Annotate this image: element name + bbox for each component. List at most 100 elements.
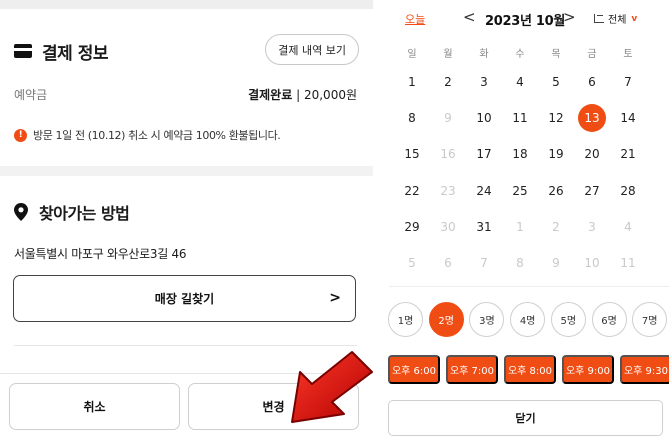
calendar-day: 3	[574, 209, 610, 245]
calendar-day-number: 25	[512, 183, 528, 198]
chevron-right-icon: >	[329, 290, 341, 306]
calendar-day[interactable]: 14	[610, 100, 646, 136]
calendar-day-number: 20	[584, 147, 600, 162]
chevron-down-icon: v	[631, 13, 638, 24]
seat-filter-label: 전체	[608, 15, 627, 26]
calendar-day: 10	[574, 245, 610, 281]
calendar-day-number: 3	[480, 75, 488, 89]
party-size-option[interactable]: 6명	[591, 302, 627, 337]
time-slot-list: 오후 6:00 오후 7:00 오후 8:00 오후 9:00 오후 9:30	[388, 355, 669, 385]
calendar-day-number: 14	[620, 111, 636, 126]
calendar-day-number: 8	[516, 256, 524, 270]
calendar-day[interactable]: 15	[394, 136, 430, 172]
seat-filter-dropdown[interactable]: 전체 v	[594, 11, 637, 26]
calendar-day[interactable]: 18	[502, 136, 538, 172]
calendar-day[interactable]: 3	[466, 64, 502, 100]
time-slot-button[interactable]: 오후 9:00	[562, 355, 614, 384]
refund-notice-text: 방문 1일 전 (10.12) 취소 시 예약금 100% 환불됩니다.	[33, 129, 281, 142]
weekday-label: 일	[407, 49, 417, 60]
calendar-day-number: 15	[404, 147, 420, 162]
calendar-day-number: 16	[440, 147, 456, 162]
top-divider	[0, 0, 373, 9]
calendar-day-number: 29	[404, 219, 420, 234]
payment-section-header: 결제 정보 결제 내역 보기	[14, 34, 359, 68]
close-button[interactable]: 닫기	[388, 400, 663, 436]
calendar-day: 9	[430, 100, 466, 136]
reservation-detail-panel: 결제 정보 결제 내역 보기 예약금 결제완료 | 20,000원 ! 방문 1…	[0, 0, 373, 445]
calendar-day[interactable]: 5	[538, 64, 574, 100]
calendar-day-number: 1	[408, 75, 416, 89]
party-size-option[interactable]: 7명	[632, 302, 668, 337]
calendar-day[interactable]: 6	[574, 64, 610, 100]
calendar-day-number: 6	[444, 256, 452, 270]
weekday-header: 일 월 화 수 목 금 토	[394, 45, 646, 60]
calendar-day: 6	[430, 245, 466, 281]
calendar-day[interactable]: 1	[394, 64, 430, 100]
panel-gap	[373, 0, 389, 445]
calendar-day-number: 21	[620, 147, 636, 162]
calendar-day[interactable]: 17	[466, 136, 502, 172]
time-slot-button[interactable]: 오후 8:00	[504, 355, 556, 384]
prev-month-icon[interactable]: <	[463, 8, 476, 26]
calendar-day: 11	[610, 245, 646, 281]
party-size-option[interactable]: 5명	[550, 302, 586, 337]
deposit-label: 예약금	[14, 88, 48, 102]
seat-icon	[594, 14, 604, 23]
time-slot-button[interactable]: 오후 6:00	[388, 355, 440, 384]
calendar-day[interactable]: 22	[394, 173, 430, 209]
calendar-day-number: 9	[444, 111, 452, 126]
calendar-day[interactable]: 4	[502, 64, 538, 100]
calendar-day: 7	[466, 245, 502, 281]
calendar-day[interactable]: 21	[610, 136, 646, 172]
calendar-day[interactable]: 12	[538, 100, 574, 136]
directions-title: 찾아가는 방법	[39, 204, 130, 223]
directions-header: 찾아가는 방법	[14, 200, 130, 224]
calendar-day[interactable]: 26	[538, 173, 574, 209]
calendar-day-number: 11	[512, 111, 528, 126]
calendar-day[interactable]: 24	[466, 173, 502, 209]
calendar-day-selected[interactable]: 13	[574, 100, 610, 136]
pointer-arrow-icon	[291, 351, 373, 423]
calendar-day[interactable]: 20	[574, 136, 610, 172]
today-link[interactable]: 오늘	[405, 11, 425, 27]
weekday-label: 토	[623, 49, 633, 60]
calendar-day[interactable]: 19	[538, 136, 574, 172]
time-slot-button[interactable]: 오후 7:00	[446, 355, 498, 384]
calendar-day-number: 19	[548, 147, 564, 162]
calendar-day[interactable]: 29	[394, 209, 430, 245]
calendar-day-number: 10	[476, 111, 492, 126]
party-size-selector: 1명 2명 3명 4명 5명 6명 7명	[388, 302, 669, 338]
party-size-option[interactable]: 3명	[469, 302, 505, 337]
time-slot-button[interactable]: 오후 9:30	[620, 355, 669, 384]
calendar-day-number: 6	[588, 75, 596, 89]
calendar-day[interactable]: 2	[430, 64, 466, 100]
payment-status: 결제완료	[248, 88, 293, 102]
calendar-day-number: 5	[408, 256, 416, 270]
calendar-day[interactable]: 10	[466, 100, 502, 136]
calendar-header: 오늘 < 2023년 10월 > 전체 v	[389, 6, 669, 32]
calendar-day-number: 26	[548, 183, 564, 198]
next-month-icon[interactable]: >	[563, 8, 576, 26]
calendar-day[interactable]: 28	[610, 173, 646, 209]
calendar-day[interactable]: 8	[394, 100, 430, 136]
calendar-day: 1	[502, 209, 538, 245]
calendar-day[interactable]: 11	[502, 100, 538, 136]
calendar-day[interactable]: 25	[502, 173, 538, 209]
cancel-button[interactable]: 취소	[9, 383, 180, 430]
calendar-day-number: 23	[440, 183, 456, 198]
store-directions-button[interactable]: 매장 길찾기 >	[13, 275, 356, 322]
calendar-day-number: 24	[476, 183, 492, 198]
party-size-option[interactable]: 2명	[428, 302, 464, 337]
calendar-day-number: 17	[476, 147, 492, 162]
calendar-day[interactable]: 31	[466, 209, 502, 245]
calendar-day-number: 30	[440, 219, 456, 234]
party-size-option[interactable]: 4명	[510, 302, 546, 337]
credit-card-icon	[14, 44, 32, 58]
weekday-label: 월	[443, 49, 453, 60]
calendar-day-number: 7	[624, 75, 632, 89]
calendar-day[interactable]: 7	[610, 64, 646, 100]
calendar-day[interactable]: 27	[574, 173, 610, 209]
calendar-day-number: 11	[620, 256, 636, 270]
payment-history-button[interactable]: 결제 내역 보기	[265, 34, 359, 65]
party-size-option[interactable]: 1명	[388, 302, 423, 337]
